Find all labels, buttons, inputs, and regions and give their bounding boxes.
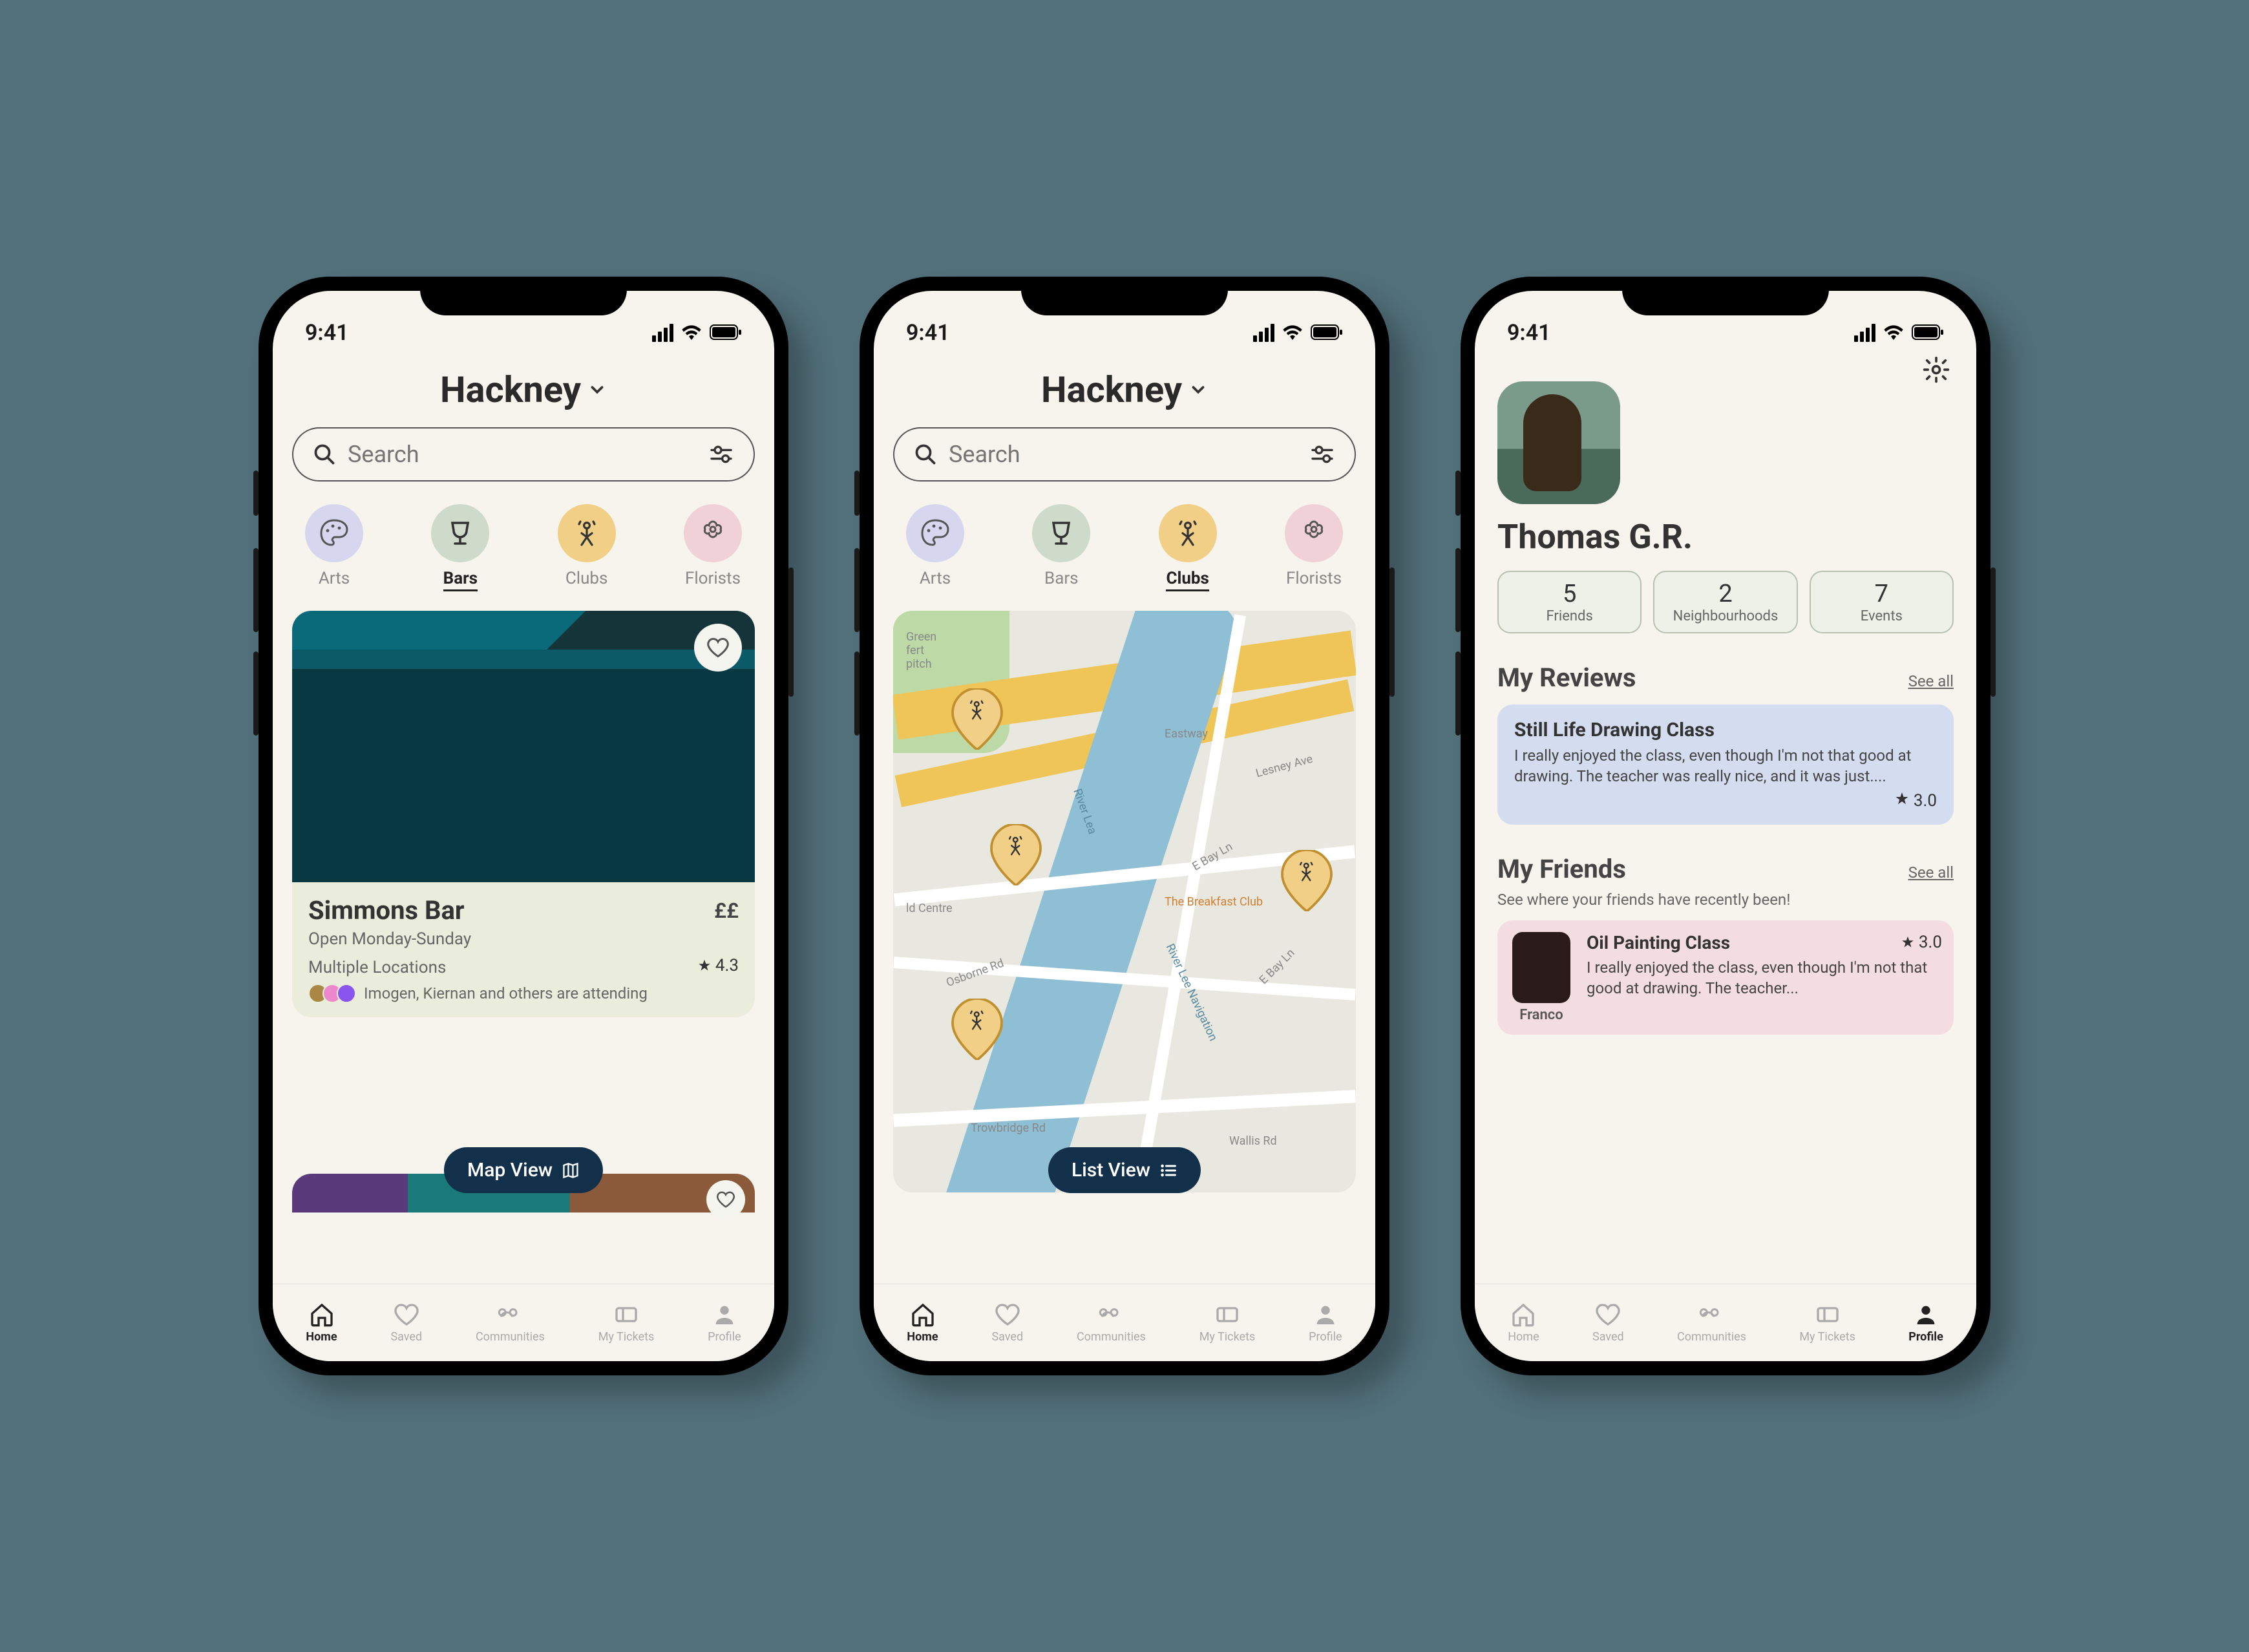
wifi-icon [1883, 320, 1904, 346]
venue-rating: 4.3 [697, 956, 739, 975]
friend-activity-card[interactable]: Franco Oil Painting Class 3.0 I really e… [1497, 920, 1954, 1035]
stats-row: 5 Friends 2 Neighbourhoods 7 Events [1497, 571, 1954, 633]
tab-bar: Home Saved Communities My Tickets Profil… [273, 1284, 774, 1361]
attendees-row: Imogen, Kiernan and others are attending [308, 984, 739, 1003]
status-time: 9:41 [1507, 320, 1551, 346]
location-dropdown[interactable]: Hackney [292, 368, 755, 411]
category-arts[interactable]: Arts [906, 504, 964, 591]
category-florists[interactable]: Florists [1285, 504, 1343, 591]
venue-card[interactable]: Simmons Bar ££ Open Monday-Sunday Multip… [292, 611, 755, 1017]
tab-tickets[interactable]: My Tickets [1799, 1302, 1855, 1344]
friend-name: Franco [1519, 1007, 1563, 1023]
map-pin[interactable] [951, 688, 1003, 750]
review-card[interactable]: Still Life Drawing Class I really enjoye… [1497, 704, 1954, 825]
wifi-icon [1282, 320, 1303, 346]
venue-price: ££ [714, 898, 739, 923]
tab-home[interactable]: Home [907, 1302, 938, 1344]
category-clubs[interactable]: Clubs [558, 504, 616, 591]
search-icon [313, 443, 336, 466]
tab-saved[interactable]: Saved [991, 1302, 1023, 1344]
list-view-button[interactable]: List View [1048, 1147, 1201, 1193]
search-input[interactable] [348, 441, 697, 468]
tab-communities[interactable]: Communities [1077, 1302, 1146, 1344]
search-bar[interactable] [292, 427, 755, 482]
see-all-reviews[interactable]: See all [1908, 672, 1954, 690]
stat-friends[interactable]: 5 Friends [1497, 571, 1642, 633]
status-time: 9:41 [906, 320, 950, 346]
search-input[interactable] [949, 441, 1298, 468]
map-icon [562, 1161, 580, 1180]
chevron-down-icon [1188, 380, 1208, 399]
tab-profile[interactable]: Profile [708, 1302, 741, 1344]
status-bar: 9:41 [874, 291, 1375, 349]
filter-icon[interactable] [1309, 441, 1335, 467]
review-text: I really enjoyed the class, even though … [1514, 745, 1937, 787]
status-time: 9:41 [305, 320, 349, 346]
friend-rating: 3.0 [1901, 933, 1942, 952]
tab-communities[interactable]: Communities [1677, 1302, 1746, 1344]
friend-event-title: Oil Painting Class [1587, 932, 1730, 953]
tab-communities[interactable]: Communities [476, 1302, 545, 1344]
friend-avatar [1512, 932, 1570, 1003]
venue-title: Simmons Bar [308, 895, 465, 926]
friend-review-text: I really enjoyed the class, even though … [1587, 957, 1942, 999]
location-dropdown[interactable]: Hackney [893, 368, 1356, 411]
phone-profile-view: 9:41 Thomas G.R. 5 Friends 2 Neighbourho… [1461, 277, 1990, 1375]
tab-profile[interactable]: Profile [1908, 1302, 1943, 1344]
tab-home[interactable]: Home [1508, 1302, 1539, 1344]
favorite-button[interactable] [706, 1180, 745, 1219]
friends-subtitle: See where your friends have recently bee… [1497, 891, 1954, 909]
tab-saved[interactable]: Saved [390, 1302, 422, 1344]
venue-image [292, 611, 755, 882]
status-bar: 9:41 [1475, 291, 1976, 349]
cellular-icon [1854, 324, 1875, 342]
profile-avatar[interactable] [1497, 381, 1620, 504]
map-pin[interactable] [1281, 850, 1333, 911]
tab-bar: Home Saved Communities My Tickets Profil… [1475, 1284, 1976, 1361]
category-row: Arts Bars Clubs Florists [893, 504, 1356, 591]
profile-name: Thomas G.R. [1497, 517, 1954, 556]
map-pin[interactable] [951, 999, 1003, 1060]
category-bars[interactable]: Bars [1032, 504, 1090, 591]
venue-hours: Open Monday-Sunday [308, 929, 739, 949]
see-all-friends[interactable]: See all [1908, 863, 1954, 882]
friends-header: My Friends [1497, 854, 1626, 884]
venue-locations: Multiple Locations [308, 958, 446, 977]
favorite-button[interactable] [694, 624, 742, 672]
chevron-down-icon [587, 380, 607, 399]
map-pin[interactable] [990, 824, 1042, 885]
stat-neighbourhoods[interactable]: 2 Neighbourhoods [1653, 571, 1797, 633]
tab-saved[interactable]: Saved [1592, 1302, 1624, 1344]
map-view[interactable]: Green fert pitch Eastway Lesney Ave E Ba… [893, 611, 1356, 1192]
category-florists[interactable]: Florists [684, 504, 742, 591]
review-title: Still Life Drawing Class [1514, 719, 1937, 741]
list-icon [1159, 1161, 1177, 1180]
stat-events[interactable]: 7 Events [1810, 571, 1954, 633]
search-icon [914, 443, 937, 466]
tab-tickets[interactable]: My Tickets [598, 1302, 655, 1344]
tab-profile[interactable]: Profile [1309, 1302, 1342, 1344]
phone-map-view: 9:41 Hackney Arts [860, 277, 1389, 1375]
search-bar[interactable] [893, 427, 1356, 482]
battery-icon [1311, 320, 1343, 346]
category-arts[interactable]: Arts [305, 504, 363, 591]
battery-icon [710, 320, 742, 346]
tab-tickets[interactable]: My Tickets [1199, 1302, 1256, 1344]
reviews-header: My Reviews [1497, 662, 1636, 693]
wifi-icon [681, 320, 702, 346]
cellular-icon [652, 324, 673, 342]
category-bars[interactable]: Bars [431, 504, 489, 591]
review-rating: 3.0 [1514, 791, 1937, 810]
category-clubs[interactable]: Clubs [1159, 504, 1217, 591]
battery-icon [1912, 320, 1944, 346]
tab-bar: Home Saved Communities My Tickets Profil… [874, 1284, 1375, 1361]
cellular-icon [1253, 324, 1274, 342]
phone-list-view: 9:41 Hackney Arts [259, 277, 788, 1375]
status-bar: 9:41 [273, 291, 774, 349]
map-view-button[interactable]: Map View [444, 1147, 603, 1193]
category-row: Arts Bars Clubs Florists [292, 504, 755, 591]
tab-home[interactable]: Home [306, 1302, 337, 1344]
filter-icon[interactable] [708, 441, 734, 467]
